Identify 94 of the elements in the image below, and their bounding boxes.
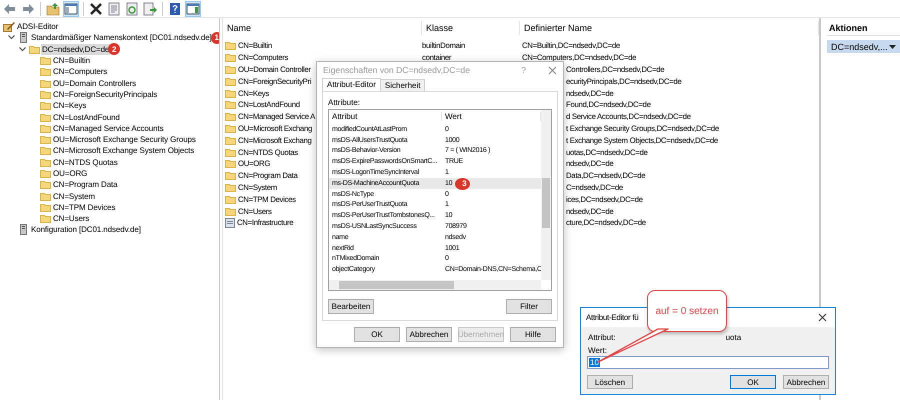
tree-item[interactable]: CN=Keys <box>52 100 88 112</box>
dialog-button[interactable]: Abbrechen <box>406 327 452 342</box>
help-button[interactable] <box>167 0 183 16</box>
folder-icon <box>225 159 236 168</box>
filter-button[interactable]: Filter <box>506 299 552 314</box>
action-label: DC=ndsedv,... <box>831 42 888 52</box>
dialog-button[interactable]: Hilfe <box>510 327 556 342</box>
document-icon <box>225 218 235 228</box>
input-field[interactable]: 10 <box>587 356 829 369</box>
tree-item[interactable]: CN=Managed Service Accounts <box>52 122 164 134</box>
window-title: Attribut-Editor fü <box>586 313 638 322</box>
action-pane-button[interactable] <box>185 0 201 16</box>
step-badge: 3 <box>455 178 470 190</box>
folder-icon <box>40 146 50 156</box>
tree-item[interactable]: OU=ORG <box>52 168 88 179</box>
attribute-name: uota <box>726 333 742 342</box>
tree-item[interactable]: DC=ndsedv,DC=de <box>41 44 110 55</box>
folder-icon <box>225 194 236 204</box>
refresh-button[interactable] <box>124 0 140 16</box>
tree-item[interactable]: CN=Microsoft Exchange System Objects <box>52 145 196 156</box>
server-icon <box>20 224 26 236</box>
field-label: Wert: <box>587 345 608 355</box>
column-header[interactable]: Attribut <box>329 112 442 121</box>
tree-item[interactable]: CN=ForeignSecurityPrincipals <box>52 88 158 100</box>
folder-icon <box>40 135 50 144</box>
tree-item[interactable]: Konfiguration [DC01.ndsedv.de] <box>30 224 142 236</box>
tree-item[interactable]: CN=Computers <box>52 66 108 78</box>
chevron-icon[interactable] <box>8 35 15 40</box>
folder-icon <box>225 88 236 98</box>
tree-item[interactable]: CN=NTDS Quotas <box>52 156 119 168</box>
folder-icon <box>225 76 236 86</box>
folder-icon <box>40 124 50 133</box>
folder-icon <box>225 112 236 122</box>
tree-item[interactable]: CN=System <box>52 190 96 202</box>
tree-item[interactable]: CN=LostAndFound <box>52 112 121 123</box>
step-badge: 2 <box>108 43 120 56</box>
folder-up-button[interactable] <box>45 0 61 16</box>
console-tree-button[interactable] <box>63 0 79 16</box>
dialog-button[interactable]: OK <box>354 327 400 342</box>
step-badge: 1 <box>210 32 219 44</box>
tree-item[interactable]: OU=Microsoft Exchange Security Groups <box>52 134 197 146</box>
server-icon <box>20 32 26 44</box>
tree-item[interactable]: Standardmäßiger Namenskontext [DC01.ndsedv.de] <box>30 32 213 44</box>
folder-icon <box>40 214 50 224</box>
tree-item[interactable]: OU=Domain Controllers <box>52 78 138 89</box>
folder-icon <box>40 112 50 122</box>
tree-item[interactable]: CN=Users <box>52 213 90 224</box>
folder-icon <box>225 171 236 180</box>
callout-bubble: auf = 0 setzen <box>647 290 727 332</box>
tab[interactable]: Sicherheit <box>380 79 426 91</box>
folder-icon <box>40 192 50 201</box>
action-item[interactable]: DC=ndsedv,... <box>827 40 900 53</box>
folder-icon <box>40 169 50 178</box>
column-header[interactable]: Name <box>223 21 422 35</box>
tree-item[interactable]: ADSI-Editor <box>16 21 60 32</box>
dialog-button[interactable]: Löschen <box>587 375 633 389</box>
tree-item[interactable]: CN=Program Data <box>52 179 119 190</box>
tree-item[interactable]: CN=Builtin <box>52 55 92 66</box>
window-title: Eigenschaften von DC=ndsedv,DC=de <box>323 65 471 75</box>
folder-icon <box>40 202 50 212</box>
folder-icon <box>40 180 50 190</box>
folder-icon <box>225 53 236 62</box>
folder-icon <box>40 101 50 110</box>
folder-icon <box>225 124 236 133</box>
tree-item[interactable]: CN=TPM Devices <box>52 202 116 213</box>
field-label: Attribute: <box>328 98 362 107</box>
pane-title: Aktionen <box>827 21 900 36</box>
folder-icon <box>28 44 40 54</box>
field-label: Attribut: <box>588 333 616 342</box>
folder-icon <box>40 90 50 99</box>
column-header[interactable]: Klasse <box>422 21 520 35</box>
folder-icon <box>225 41 236 50</box>
folder-icon <box>225 182 236 192</box>
editor-icon <box>3 21 15 32</box>
folder-icon <box>40 78 50 88</box>
export-button[interactable] <box>142 0 158 16</box>
horizontal-scrollbar[interactable] <box>329 280 541 290</box>
folder-icon <box>225 64 236 74</box>
close-icon[interactable] <box>818 313 827 322</box>
folder-icon <box>40 67 50 76</box>
folder-icon <box>225 206 236 216</box>
dialog-button[interactable]: Abbrechen <box>783 375 829 389</box>
folder-icon <box>225 100 236 110</box>
dropdown-icon[interactable] <box>889 44 896 48</box>
folder-icon <box>225 136 236 145</box>
delete-button[interactable] <box>88 0 104 16</box>
dialog-button[interactable]: OK <box>730 375 776 389</box>
vertical-scrollbar[interactable] <box>541 110 551 280</box>
edit-button[interactable]: Bearbeiten <box>328 299 374 314</box>
chevron-icon[interactable] <box>19 46 26 52</box>
column-header[interactable]: Definierter Name <box>520 21 819 35</box>
folder-icon <box>40 158 50 167</box>
folder-icon <box>225 148 236 157</box>
tab[interactable]: Attribut-Editor <box>322 78 381 91</box>
